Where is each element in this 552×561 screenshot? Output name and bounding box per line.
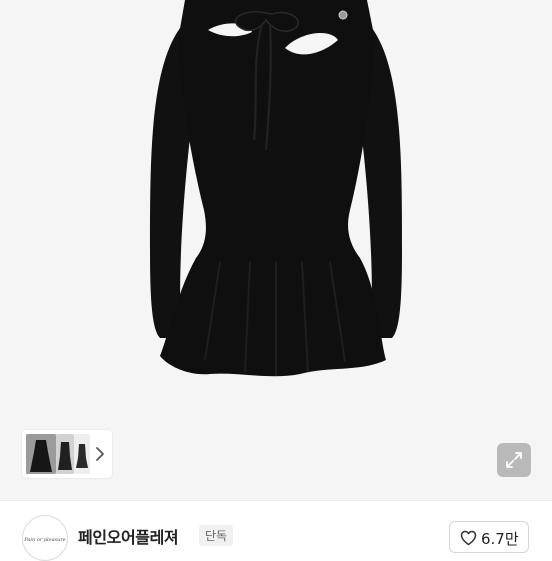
like-count: 6.7만 xyxy=(481,530,519,548)
seller-name[interactable]: 페인오어플레져 xyxy=(78,524,179,548)
chevron-right-icon[interactable] xyxy=(92,442,108,466)
thumbnail-image-2[interactable] xyxy=(56,434,74,474)
thumbnail-image-1[interactable] xyxy=(26,434,56,474)
thumbnail-strip[interactable] xyxy=(22,430,112,478)
brand-logo-text: Pain or pleasure xyxy=(23,537,65,543)
expand-image-button[interactable] xyxy=(497,443,531,477)
exclusive-badge: 단독 xyxy=(199,525,234,546)
heart-outline-icon xyxy=(460,530,477,546)
like-button[interactable]: 6.7만 xyxy=(449,521,529,553)
brand-logo[interactable]: Pain or pleasure xyxy=(22,515,68,561)
product-main-image xyxy=(150,0,402,377)
product-image-gallery[interactable] xyxy=(0,0,552,500)
thumbnail-image-3[interactable] xyxy=(74,434,90,474)
expand-arrows-icon xyxy=(506,452,522,468)
